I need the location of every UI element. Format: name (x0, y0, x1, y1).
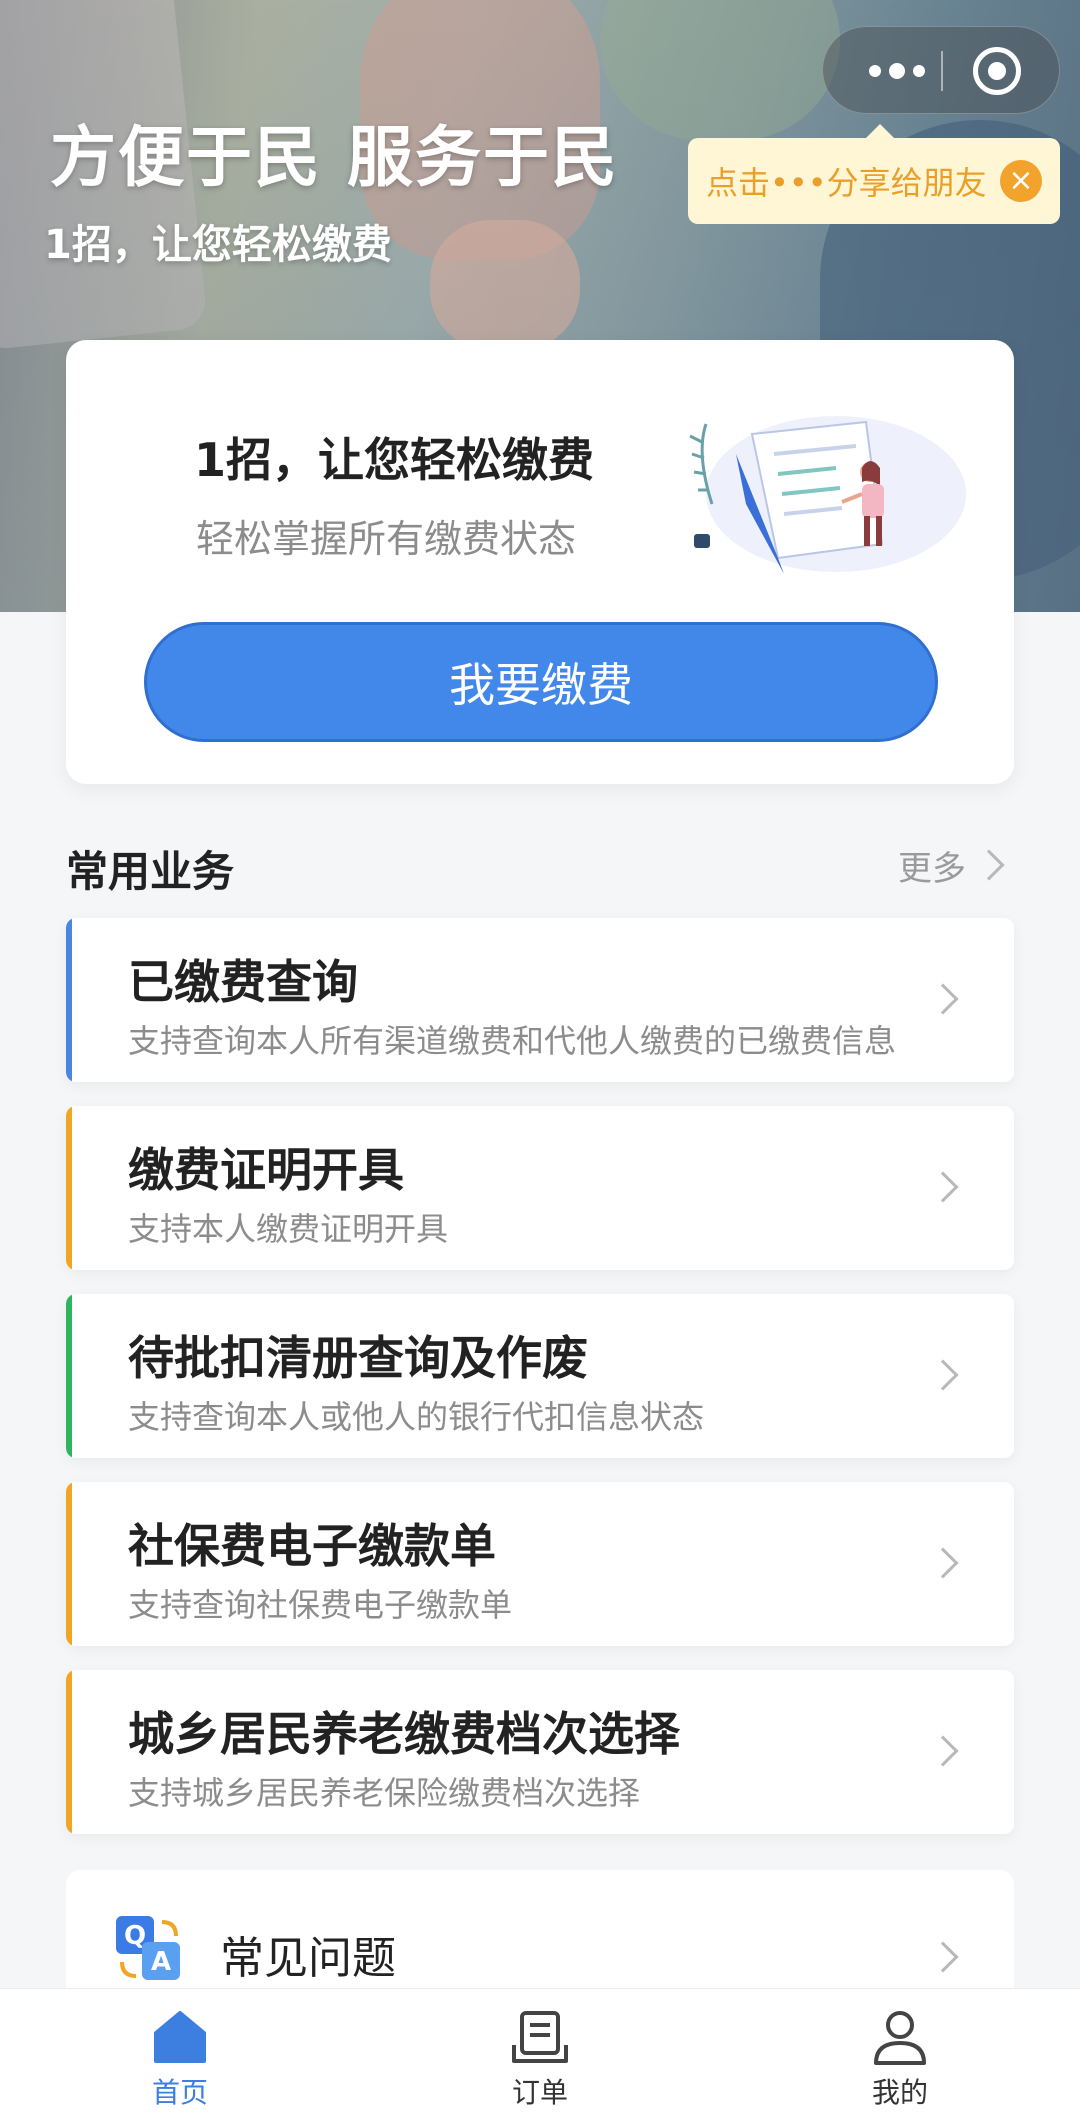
share-tip-text: 点击•••分享给朋友 (706, 164, 987, 202)
chevron-right-icon (927, 1941, 959, 1973)
faq-label: 常见问题 (220, 1933, 396, 1984)
capsule-menu (822, 26, 1060, 114)
faq-item[interactable]: Q A 常见问题 (66, 1870, 1014, 2000)
close-icon[interactable]: × (1000, 160, 1042, 202)
share-tip: 点击•••分享给朋友 × (688, 124, 1060, 224)
tab-mine[interactable]: 我的 (720, 1989, 1080, 2114)
chevron-right-icon (927, 1359, 959, 1391)
tab-label: 我的 (871, 2076, 928, 2109)
user-icon (874, 2011, 926, 2065)
service-desc: 支持查询本人或他人的银行代扣信息状态 (128, 1398, 705, 1436)
service-item-payment-certificate[interactable]: 缴费证明开具 支持本人缴费证明开具 (66, 1106, 1014, 1270)
service-desc: 支持本人缴费证明开具 (128, 1210, 449, 1248)
chevron-right-icon (927, 1547, 959, 1579)
service-desc: 支持城乡居民养老保险缴费档次选择 (128, 1774, 641, 1812)
pay-card: 1招，让您轻松缴费 轻松掌握所有缴费状态 我要缴费 (66, 340, 1014, 784)
tab-order[interactable]: 订单 (360, 1989, 720, 2114)
qa-icon: Q A (116, 1916, 180, 1980)
close-miniprogram-icon[interactable] (973, 47, 1021, 95)
service-item-paid-query[interactable]: 已缴费查询 支持查询本人所有渠道缴费和代他人缴费的已缴费信息 (66, 918, 1014, 1082)
chevron-right-icon (973, 849, 1005, 881)
accent-bar (66, 1670, 72, 1834)
accent-bar (66, 1106, 72, 1270)
tab-label: 首页 (151, 2076, 208, 2109)
more-label: 更多 (898, 848, 966, 889)
service-item-e-payment-slip[interactable]: 社保费电子缴款单 支持查询社保费电子缴款单 (66, 1482, 1014, 1646)
service-title: 城乡居民养老缴费档次选择 (128, 1707, 680, 1761)
service-item-pension-level[interactable]: 城乡居民养老缴费档次选择 支持城乡居民养老保险缴费档次选择 (66, 1670, 1014, 1834)
hero-subtitle: 1招，让您轻松缴费 (44, 222, 392, 268)
accent-bar (66, 918, 72, 1082)
chevron-right-icon (927, 1171, 959, 1203)
service-title: 社保费电子缴款单 (128, 1519, 496, 1573)
chevron-right-icon (927, 1735, 959, 1767)
service-item-pending-deduction[interactable]: 待批扣清册查询及作废 支持查询本人或他人的银行代扣信息状态 (66, 1294, 1014, 1458)
home-icon (154, 2011, 206, 2063)
service-desc: 支持查询社保费电子缴款单 (128, 1586, 513, 1624)
tab-home[interactable]: 首页 (0, 1989, 360, 2114)
svg-text:A: A (151, 1947, 171, 1977)
order-icon (512, 2011, 568, 2063)
section-title: 常用业务 (66, 847, 235, 896)
service-title: 待批扣清册查询及作废 (128, 1331, 588, 1385)
payment-illustration (689, 416, 966, 574)
service-desc: 支持查询本人所有渠道缴费和代他人缴费的已缴费信息 (128, 1022, 897, 1060)
tab-label: 订单 (511, 2076, 568, 2109)
accent-bar (66, 1294, 72, 1458)
accent-bar (66, 1482, 72, 1646)
more-dots-icon[interactable] (853, 27, 941, 115)
pay-card-title: 1招，让您轻松缴费 (194, 433, 595, 487)
pay-button[interactable]: 我要缴费 (144, 622, 938, 742)
hero-title: 方便于民 服务于民 (50, 119, 619, 196)
more-link[interactable]: 更多 (898, 840, 1005, 890)
service-title: 已缴费查询 (128, 955, 358, 1009)
chevron-right-icon (927, 983, 959, 1015)
pay-card-subtitle: 轻松掌握所有缴费状态 (196, 517, 577, 561)
tab-bar: 首页 订单 我的 (0, 1988, 1080, 2114)
service-title: 缴费证明开具 (128, 1143, 404, 1197)
